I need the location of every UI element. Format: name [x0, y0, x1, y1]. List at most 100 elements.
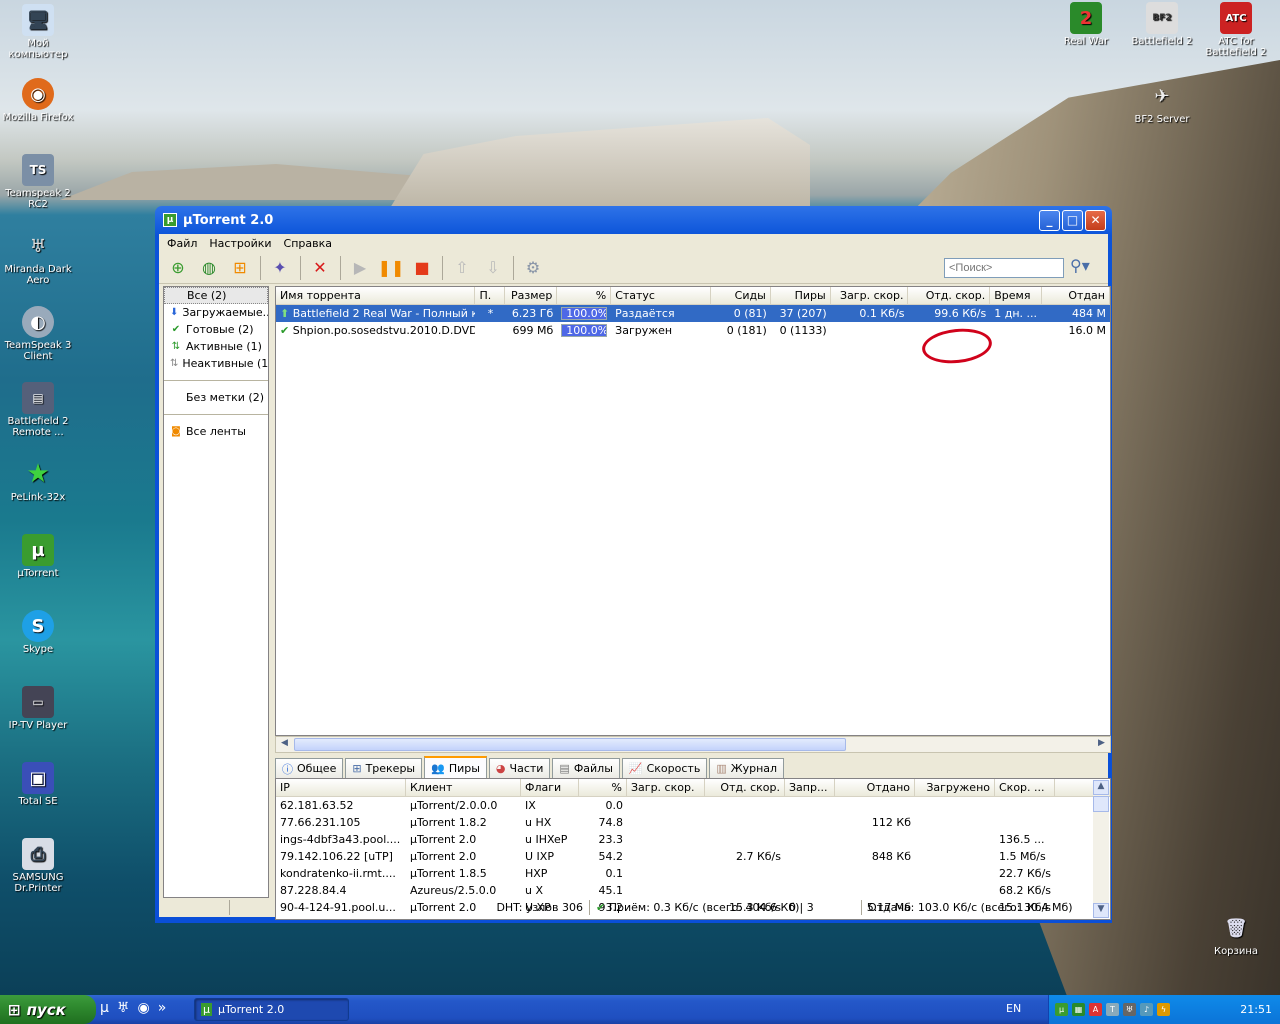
desktop-icon-bf2[interactable]: BF2 Battlefield 2: [1124, 2, 1200, 47]
sidebar-item-all[interactable]: Все (2): [164, 287, 268, 304]
col-received[interactable]: Загружено: [915, 779, 995, 796]
sidebar-item-no-label[interactable]: Без метки (2): [164, 389, 268, 406]
desktop-icon-recycle-bin[interactable]: 🗑 Корзина: [1198, 912, 1274, 958]
peer-row[interactable]: kondratenko-ii.rmt.... µTorrent 1.8.5 HXP 0…: [276, 865, 1110, 882]
speaker-tray-icon[interactable]: ♪: [1140, 1003, 1153, 1016]
tab-peers[interactable]: 👥 Пиры: [424, 756, 487, 778]
sidebar-item-completed[interactable]: ✔ Готовые (2): [164, 321, 268, 338]
add-torrent-icon[interactable]: ⊕: [165, 255, 191, 281]
torrent-list-hscroll[interactable]: ◀ ▶: [275, 736, 1111, 753]
minimize-button[interactable]: _: [1039, 209, 1060, 231]
pause-icon[interactable]: ❚❚: [378, 255, 405, 281]
power-tray-icon[interactable]: ϟ: [1157, 1003, 1170, 1016]
col-uploaded[interactable]: Отдан: [1042, 287, 1110, 304]
sidebar-item-inactive[interactable]: ⇅ Неактивные (1): [164, 355, 268, 372]
desktop-icon-dr-printer[interactable]: ⎙ SAMSUNG Dr.Printer: [0, 838, 76, 894]
col-sent[interactable]: Отдано: [835, 779, 915, 796]
tab-general[interactable]: ⓘ Общее: [275, 758, 344, 778]
desktop-icon-total-se[interactable]: ▣ Total SE: [0, 762, 76, 807]
utorrent-quicklaunch-icon[interactable]: µ: [100, 1000, 109, 1016]
add-rss-icon[interactable]: ⊞: [227, 255, 253, 281]
col-up-speed[interactable]: Отд. скор.: [908, 287, 991, 304]
scroll-right-icon[interactable]: ▶: [1094, 738, 1109, 751]
clock[interactable]: 21:51: [1240, 1003, 1272, 1016]
move-down-icon[interactable]: ⇩: [480, 255, 506, 281]
miranda-quicklaunch-icon[interactable]: ♅: [117, 1000, 130, 1016]
menu-settings[interactable]: Настройки: [203, 237, 277, 250]
desktop-icon-utorrent[interactable]: µ µTorrent: [0, 534, 76, 579]
stop-icon[interactable]: ■: [409, 255, 435, 281]
col-flags[interactable]: Флаги: [521, 779, 579, 796]
scroll-left-icon[interactable]: ◀: [277, 738, 292, 751]
desktop-icon-skype[interactable]: S Skype: [0, 610, 76, 655]
maximize-button[interactable]: □: [1062, 209, 1083, 231]
remove-icon[interactable]: ✕: [307, 255, 333, 281]
col-percent[interactable]: %: [557, 287, 612, 304]
tab-pieces[interactable]: ◕ Части: [488, 758, 551, 778]
col-peer-up-speed[interactable]: Отд. скор.: [705, 779, 785, 796]
col-name[interactable]: Имя торрента: [276, 287, 476, 304]
desktop-icon-teamspeak2[interactable]: TS Teamspeak 2 RC2: [0, 154, 76, 210]
close-button[interactable]: ✕: [1085, 209, 1106, 231]
desktop-icon-my-computer[interactable]: 🖥 Мой компьютер: [0, 4, 76, 60]
miranda-tray-icon[interactable]: ♅: [1123, 1003, 1136, 1016]
tab-trackers[interactable]: ⊞ Трекеры: [345, 758, 423, 778]
col-peer-speed[interactable]: Скор. ...: [995, 779, 1055, 796]
add-url-icon[interactable]: ◍: [196, 255, 222, 281]
quicklaunch-more-icon[interactable]: »: [158, 1000, 167, 1016]
network-tray-icon[interactable]: ▦: [1072, 1003, 1085, 1016]
desktop-icon-miranda[interactable]: ♅ Miranda Dark Aero: [0, 230, 76, 287]
col-time[interactable]: Время: [990, 287, 1043, 304]
sidebar-item-downloading[interactable]: ⬇ Загружаемые...: [164, 304, 268, 321]
desktop-icon-bf2-server[interactable]: ✈ BF2 Server: [1124, 80, 1200, 126]
sidebar-item-active[interactable]: ⇅ Активные (1): [164, 338, 268, 355]
desktop-icon-iptv[interactable]: ▭ IP-TV Player: [0, 686, 76, 731]
peer-row[interactable]: 77.66.231.105 µTorrent 1.8.2 u HX 74.8 112 К…: [276, 814, 1110, 831]
desktop-icon-pelink[interactable]: ★ PeLink-32x: [0, 458, 76, 503]
scroll-up-icon[interactable]: ▲: [1093, 780, 1109, 795]
col-priority[interactable]: П.: [475, 287, 506, 304]
start-button[interactable]: ⊞ пуск: [0, 995, 96, 1024]
peer-row[interactable]: 79.142.106.22 [uTP] µTorrent 2.0 U IXP 54.2…: [276, 848, 1110, 865]
ati-tray-icon[interactable]: A: [1089, 1003, 1102, 1016]
col-peer-down-speed[interactable]: Загр. скор.: [627, 779, 705, 796]
scroll-thumb[interactable]: [1093, 796, 1109, 812]
menu-file[interactable]: Файл: [161, 237, 203, 250]
peer-row[interactable]: 62.181.63.52 µTorrent/2.0.0.0 IX 0.0: [276, 797, 1110, 814]
settings-gear-icon[interactable]: ⚙: [520, 255, 546, 281]
menu-help[interactable]: Справка: [278, 237, 338, 250]
utorrent-tray-icon[interactable]: µ: [1055, 1003, 1068, 1016]
col-status[interactable]: Статус: [611, 287, 711, 304]
search-input[interactable]: [944, 258, 1064, 278]
torrent-row[interactable]: ⬆ Battlefield 2 Real War - Полный к... *…: [276, 305, 1110, 322]
tab-files[interactable]: ▤ Файлы: [552, 758, 620, 778]
language-indicator[interactable]: EN: [1006, 1002, 1021, 1015]
sidebar-item-all-feeds[interactable]: ◙ Все ленты: [164, 423, 268, 440]
tab-speed[interactable]: 📈 Скорость: [621, 758, 708, 778]
desktop-icon-real-war[interactable]: 2 Real War: [1048, 2, 1124, 47]
peer-row[interactable]: 87.228.84.4 Azureus/2.5.0.0 u X 45.1 68.2 Кб…: [276, 882, 1110, 899]
col-seeds[interactable]: Сиды: [711, 287, 771, 304]
search-icon[interactable]: ⚲▾: [1070, 256, 1090, 275]
start-icon[interactable]: ▶: [347, 255, 373, 281]
scroll-thumb[interactable]: [294, 738, 846, 751]
desktop-icon-bf2-remote[interactable]: ▤ Battlefield 2 Remote ...: [0, 382, 76, 438]
firefox-quicklaunch-icon[interactable]: ◉: [137, 1000, 149, 1016]
desktop-icon-atc[interactable]: ATC ATC for Battlefield 2: [1198, 2, 1274, 58]
col-ip[interactable]: IP: [276, 779, 406, 796]
peer-row[interactable]: ings-4dbf3a43.pool.... µTorrent 2.0 u IHXe…: [276, 831, 1110, 848]
col-peers[interactable]: Пиры: [771, 287, 831, 304]
col-client[interactable]: Клиент: [406, 779, 521, 796]
col-requests[interactable]: Запр...: [785, 779, 835, 796]
window-titlebar[interactable]: µ µTorrent 2.0 _ □ ✕: [159, 206, 1108, 234]
tab-log[interactable]: ▥ Журнал: [709, 758, 785, 778]
col-peer-percent[interactable]: %: [579, 779, 627, 796]
col-down-speed[interactable]: Загр. скор.: [831, 287, 909, 304]
desktop-icon-firefox[interactable]: ◉ Mozilla Firefox: [0, 78, 76, 123]
taskbar-utorrent-button[interactable]: µ µTorrent 2.0: [194, 998, 349, 1021]
desktop-icon-teamspeak3[interactable]: ◐ TeamSpeak 3 Client: [0, 306, 76, 362]
col-size[interactable]: Размер: [505, 287, 558, 304]
move-up-icon[interactable]: ⇧: [449, 255, 475, 281]
ts-tray-icon[interactable]: T: [1106, 1003, 1119, 1016]
create-torrent-wand-icon[interactable]: ✦: [267, 255, 293, 281]
